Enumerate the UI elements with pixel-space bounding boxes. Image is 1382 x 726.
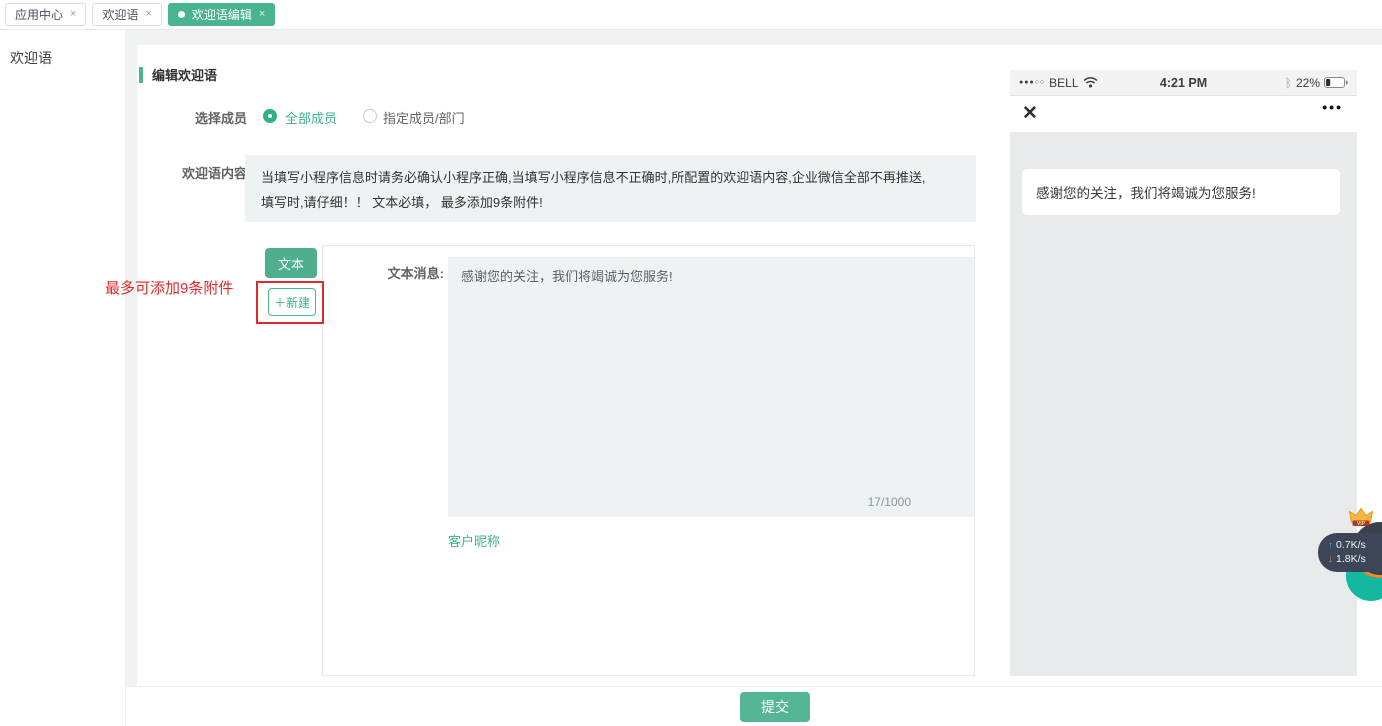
- battery-percent-label: 22%: [1296, 76, 1320, 90]
- vip-crown-icon[interactable]: VIP: [1348, 506, 1374, 530]
- more-menu-icon[interactable]: •••: [1322, 99, 1343, 115]
- welcome-content-label: 欢迎语内容: [137, 163, 247, 182]
- clock-label: 4:21 PM: [1160, 76, 1207, 90]
- text-message-label: 文本消息:: [323, 263, 444, 282]
- download-arrow-icon: ↓: [1328, 553, 1333, 566]
- download-speed-row: ↓ 1.8K/s: [1328, 553, 1382, 566]
- phone-chat-background: 感谢您的关注，我们将竭诚为您服务!: [1010, 132, 1357, 676]
- attachment-editor-panel: 文本消息: 感谢您的关注，我们将竭诚为您服务! 17/1000 客户昵称: [322, 245, 975, 676]
- message-textarea[interactable]: 感谢您的关注，我们将竭诚为您服务! 17/1000: [448, 257, 974, 517]
- tab-label: 欢迎语编辑: [192, 6, 252, 23]
- member-select-label: 选择成员: [137, 108, 247, 127]
- message-text: 感谢您的关注，我们将竭诚为您服务!: [461, 269, 673, 284]
- bluetooth-icon: ᛒ: [1285, 76, 1292, 90]
- tab-close-icon[interactable]: ×: [259, 9, 265, 20]
- network-speed-widget[interactable]: ↑ 0.7K/s ↓ 1.8K/s: [1318, 533, 1382, 572]
- tab-welcome-edit-active[interactable]: 欢迎语编辑 ×: [168, 3, 275, 26]
- wifi-icon: [1083, 77, 1098, 88]
- phone-nav-row: ✕ •••: [1010, 96, 1357, 132]
- tab-label: 欢迎语: [102, 6, 138, 23]
- close-icon[interactable]: ✕: [1022, 102, 1038, 125]
- battery-icon: [1324, 77, 1348, 88]
- customer-nickname-link[interactable]: 客户昵称: [448, 531, 500, 550]
- carrier-label: BELL: [1049, 76, 1078, 90]
- tab-app-center[interactable]: 应用中心 ×: [5, 3, 86, 26]
- window-tab-bar: 应用中心 × 欢迎语 × 欢迎语编辑 ×: [0, 0, 1382, 30]
- active-dot-icon: [178, 11, 185, 18]
- welcome-content-note: 当填写小程序信息时请务必确认小程序正确,当填写小程序信息不正确时,所配置的欢迎语…: [245, 155, 976, 222]
- tab-close-icon[interactable]: ×: [145, 9, 151, 20]
- radio-all-members-label[interactable]: 全部成员: [285, 108, 337, 127]
- annotation-max-attachments: 最多可添加9条附件: [105, 277, 233, 298]
- tab-label: 应用中心: [15, 6, 63, 23]
- page-title: 编辑欢迎语: [152, 65, 217, 84]
- phone-status-bar: ●●●○○ BELL 4:21 PM ᛒ 22%: [1010, 70, 1357, 96]
- upload-speed-value: 0.7K/s: [1336, 539, 1366, 552]
- tab-welcome-list[interactable]: 欢迎语 ×: [92, 3, 161, 26]
- radio-specified-members[interactable]: [363, 109, 377, 123]
- title-accent-bar: [139, 67, 143, 83]
- status-right: ᛒ 22%: [1207, 76, 1348, 90]
- status-left: ●●●○○ BELL: [1019, 76, 1160, 90]
- note-line-1: 当填写小程序信息时请务必确认小程序正确,当填写小程序信息不正确时,所配置的欢迎语…: [261, 165, 960, 190]
- submit-button[interactable]: 提交: [740, 692, 810, 722]
- download-speed-value: 1.8K/s: [1336, 553, 1366, 566]
- char-counter: 17/1000: [868, 495, 911, 509]
- signal-strength-icon: ●●●○○: [1019, 79, 1045, 86]
- radio-specified-members-label[interactable]: 指定成员/部门: [383, 108, 465, 127]
- upload-speed-row: ↑ 0.7K/s: [1328, 539, 1382, 552]
- radio-all-members[interactable]: [263, 109, 277, 123]
- vip-label: VIP: [1357, 521, 1366, 527]
- tab-close-icon[interactable]: ×: [70, 9, 76, 20]
- sidebar: 欢迎语: [0, 30, 126, 726]
- welcome-message-bubble: 感谢您的关注，我们将竭诚为您服务!: [1022, 169, 1340, 215]
- attachment-tab-text[interactable]: 文本: [265, 248, 317, 278]
- phone-preview: ●●●○○ BELL 4:21 PM ᛒ 22% ✕ ••• 感谢您的关注，我们…: [1010, 70, 1357, 676]
- annotation-highlight-rect: [256, 281, 324, 324]
- footer-bar: 提交: [126, 686, 1382, 726]
- sidebar-item-welcome[interactable]: 欢迎语: [10, 48, 125, 68]
- note-line-2: 填写时,请仔细！！ 文本必填， 最多添加9条附件!: [261, 190, 960, 215]
- upload-arrow-icon: ↑: [1328, 539, 1333, 552]
- section-title: 编辑欢迎语: [139, 65, 217, 84]
